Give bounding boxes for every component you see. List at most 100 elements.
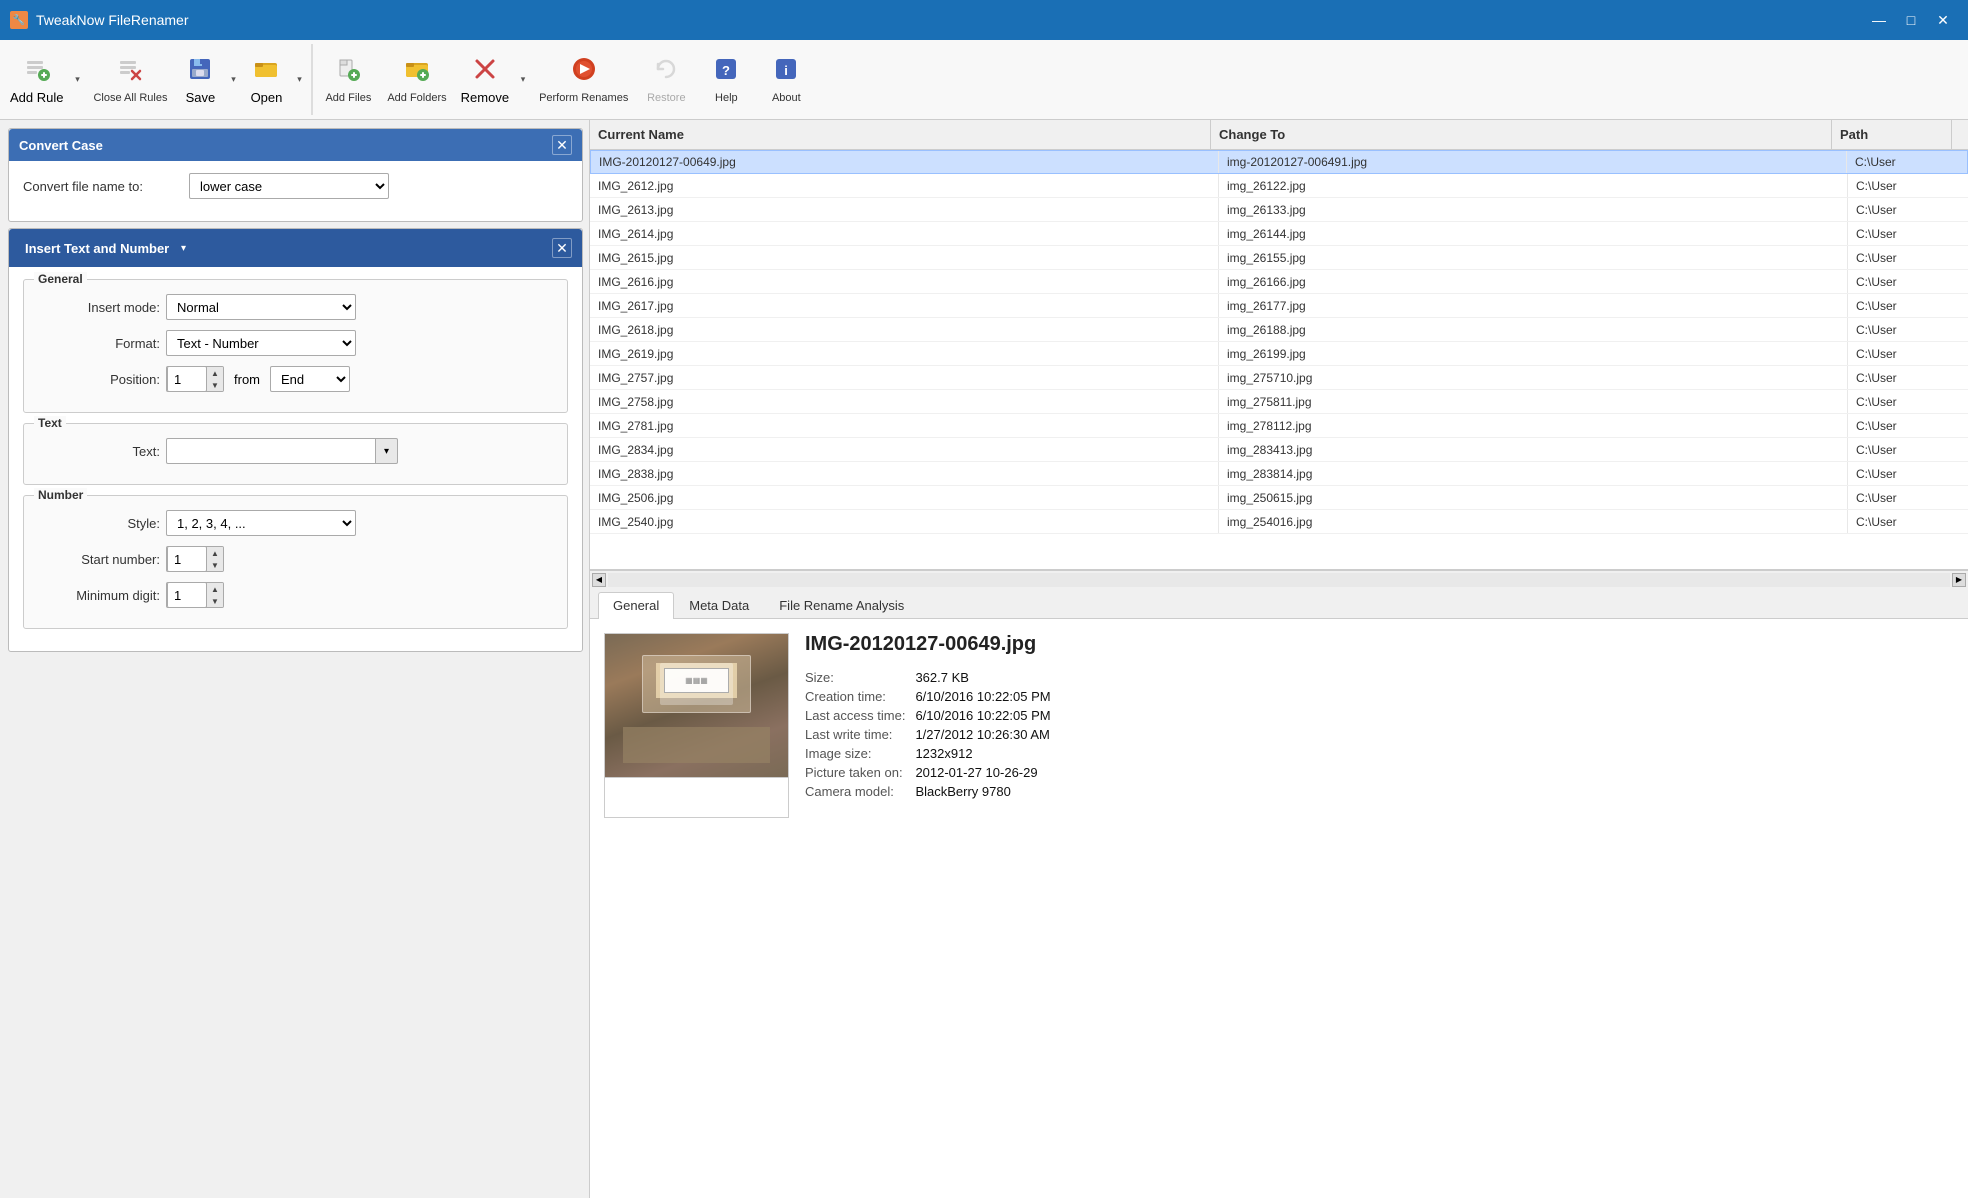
- hscroll-track[interactable]: [608, 573, 1950, 587]
- rule-type-select-wrap: Insert Text and Number Insert Text Inser…: [19, 235, 186, 261]
- table-row[interactable]: IMG_2540.jpg img_254016.jpg C:\User: [590, 510, 1968, 534]
- text-section-title: Text: [34, 416, 66, 430]
- general-section-title: General: [34, 272, 87, 286]
- convert-case-close[interactable]: ✕: [552, 135, 572, 155]
- restore-label: Restore: [647, 92, 686, 104]
- file-current-name: IMG_2617.jpg: [590, 294, 1219, 317]
- table-row[interactable]: IMG_2616.jpg img_26166.jpg C:\User: [590, 270, 1968, 294]
- close-button[interactable]: ✕: [1928, 5, 1958, 35]
- close-all-icon: [116, 55, 144, 88]
- save-button[interactable]: Save: [175, 44, 225, 115]
- style-select[interactable]: 1, 2, 3, 4, ... 01, 02, 03, ... 001, 002…: [166, 510, 356, 536]
- thumbnail: ▦▦▦: [604, 633, 789, 818]
- min-digit-btns: ▲ ▼: [207, 583, 223, 607]
- about-label: About: [772, 92, 801, 104]
- start-number-down[interactable]: ▼: [207, 559, 223, 571]
- file-change-to: img_26188.jpg: [1219, 318, 1848, 341]
- table-row[interactable]: IMG_2615.jpg img_26155.jpg C:\User: [590, 246, 1968, 270]
- convert-case-title-wrap: Convert Case: [19, 138, 103, 153]
- table-row[interactable]: IMG_2617.jpg img_26177.jpg C:\User: [590, 294, 1968, 318]
- add-files-button[interactable]: Add Files: [317, 44, 379, 115]
- file-path: C:\User: [1848, 174, 1968, 197]
- position-down[interactable]: ▼: [207, 379, 223, 391]
- detail-write-value: 1/27/2012 10:26:30 AM: [915, 725, 1060, 744]
- main-layout: Convert Case ✕ Convert file name to: low…: [0, 120, 1968, 1198]
- file-change-to: img_278112.jpg: [1219, 414, 1848, 437]
- convert-case-select[interactable]: lower case UPPER CASE Title Case Sentenc…: [189, 173, 389, 199]
- start-number-row: Start number: ▲ ▼: [40, 546, 551, 572]
- position-label: Position:: [40, 372, 160, 387]
- tab-general[interactable]: General: [598, 592, 674, 619]
- tab-metadata[interactable]: Meta Data: [674, 592, 764, 618]
- start-number-up[interactable]: ▲: [207, 547, 223, 559]
- left-panel: Convert Case ✕ Convert file name to: low…: [0, 120, 590, 1198]
- from-select[interactable]: End Start: [270, 366, 350, 392]
- file-change-to: img_275811.jpg: [1219, 390, 1848, 413]
- position-input[interactable]: [167, 366, 207, 392]
- detail-access-value: 6/10/2016 10:22:05 PM: [915, 706, 1060, 725]
- insert-mode-select[interactable]: Normal Overwrite Insert: [166, 294, 356, 320]
- table-row[interactable]: IMG_2834.jpg img_283413.jpg C:\User: [590, 438, 1968, 462]
- hscroll-right[interactable]: ▶: [1952, 573, 1966, 587]
- detail-write-label: Last write time:: [805, 725, 915, 744]
- detail-imagesize-value: 1232x912: [915, 744, 1060, 763]
- save-dropdown[interactable]: ▾: [225, 44, 241, 115]
- table-row[interactable]: IMG_2506.jpg img_250615.jpg C:\User: [590, 486, 1968, 510]
- restore-button[interactable]: Restore: [636, 44, 696, 115]
- table-row[interactable]: IMG_2838.jpg img_283814.jpg C:\User: [590, 462, 1968, 486]
- file-list-body[interactable]: IMG-20120127-00649.jpg img-20120127-0064…: [590, 150, 1968, 570]
- insert-text-close[interactable]: ✕: [552, 238, 572, 258]
- file-path: C:\User: [1848, 222, 1968, 245]
- table-row[interactable]: IMG_2614.jpg img_26144.jpg C:\User: [590, 222, 1968, 246]
- help-button[interactable]: ? Help: [696, 44, 756, 115]
- convert-case-form-row: Convert file name to: lower case UPPER C…: [23, 173, 568, 199]
- open-button[interactable]: Open: [241, 44, 291, 115]
- add-rule-button[interactable]: Add Rule: [4, 44, 69, 115]
- insert-text-body: General Insert mode: Normal Overwrite In…: [9, 267, 582, 651]
- app-title: TweakNow FileRenamer: [36, 12, 189, 28]
- table-row[interactable]: IMG-20120127-00649.jpg img-20120127-0064…: [590, 150, 1968, 174]
- tab-analysis[interactable]: File Rename Analysis: [764, 592, 919, 618]
- detail-camera-value: BlackBerry 9780: [915, 782, 1060, 801]
- remove-dropdown[interactable]: ▾: [515, 44, 531, 115]
- left-panel-inner: Convert Case ✕ Convert file name to: low…: [0, 120, 589, 1198]
- table-row[interactable]: IMG_2619.jpg img_26199.jpg C:\User: [590, 342, 1968, 366]
- table-row[interactable]: IMG_2758.jpg img_275811.jpg C:\User: [590, 390, 1968, 414]
- table-row[interactable]: IMG_2757.jpg img_275710.jpg C:\User: [590, 366, 1968, 390]
- position-up[interactable]: ▲: [207, 367, 223, 379]
- min-digit-down[interactable]: ▼: [207, 595, 223, 607]
- remove-split: Remove ▾: [455, 44, 531, 115]
- format-select[interactable]: Text - Number Number - Text Text Only Nu…: [166, 330, 356, 356]
- add-rule-dropdown[interactable]: ▾: [69, 44, 85, 115]
- perform-renames-button[interactable]: Perform Renames: [531, 44, 636, 115]
- rules-scroll-area: Convert Case ✕ Convert file name to: low…: [0, 120, 589, 1198]
- remove-button[interactable]: Remove: [455, 44, 515, 115]
- rule-type-select[interactable]: Insert Text and Number Insert Text Inser…: [19, 235, 186, 261]
- min-digit-input[interactable]: [167, 582, 207, 608]
- text-input[interactable]: [166, 438, 376, 464]
- text-dropdown-btn[interactable]: ▾: [376, 438, 398, 464]
- table-row[interactable]: IMG_2781.jpg img_278112.jpg C:\User: [590, 414, 1968, 438]
- minimize-button[interactable]: —: [1864, 5, 1894, 35]
- file-current-name: IMG_2619.jpg: [590, 342, 1219, 365]
- close-all-rules-button[interactable]: Close All Rules: [85, 44, 175, 115]
- hscroll-left[interactable]: ◀: [592, 573, 606, 587]
- style-row: Style: 1, 2, 3, 4, ... 01, 02, 03, ... 0…: [40, 510, 551, 536]
- file-path: C:\User: [1848, 342, 1968, 365]
- open-dropdown[interactable]: ▾: [291, 44, 307, 115]
- min-digit-up[interactable]: ▲: [207, 583, 223, 595]
- maximize-button[interactable]: □: [1896, 5, 1926, 35]
- start-number-input[interactable]: [167, 546, 207, 572]
- detail-access-row: Last access time: 6/10/2016 10:22:05 PM: [805, 706, 1061, 725]
- table-row[interactable]: IMG_2618.jpg img_26188.jpg C:\User: [590, 318, 1968, 342]
- text-section: Text Text: ▾: [23, 423, 568, 485]
- add-folders-button[interactable]: Add Folders: [379, 44, 454, 115]
- number-section: Number Style: 1, 2, 3, 4, ... 01, 02, 03…: [23, 495, 568, 629]
- about-button[interactable]: i About: [756, 44, 816, 115]
- table-row[interactable]: IMG_2613.jpg img_26133.jpg C:\User: [590, 198, 1968, 222]
- insert-text-header: Insert Text and Number Insert Text Inser…: [9, 229, 582, 267]
- table-row[interactable]: IMG_2612.jpg img_26122.jpg C:\User: [590, 174, 1968, 198]
- position-spinner: ▲ ▼: [166, 366, 224, 392]
- insert-text-rule: Insert Text and Number Insert Text Inser…: [8, 228, 583, 652]
- add-folders-label: Add Folders: [387, 92, 446, 104]
